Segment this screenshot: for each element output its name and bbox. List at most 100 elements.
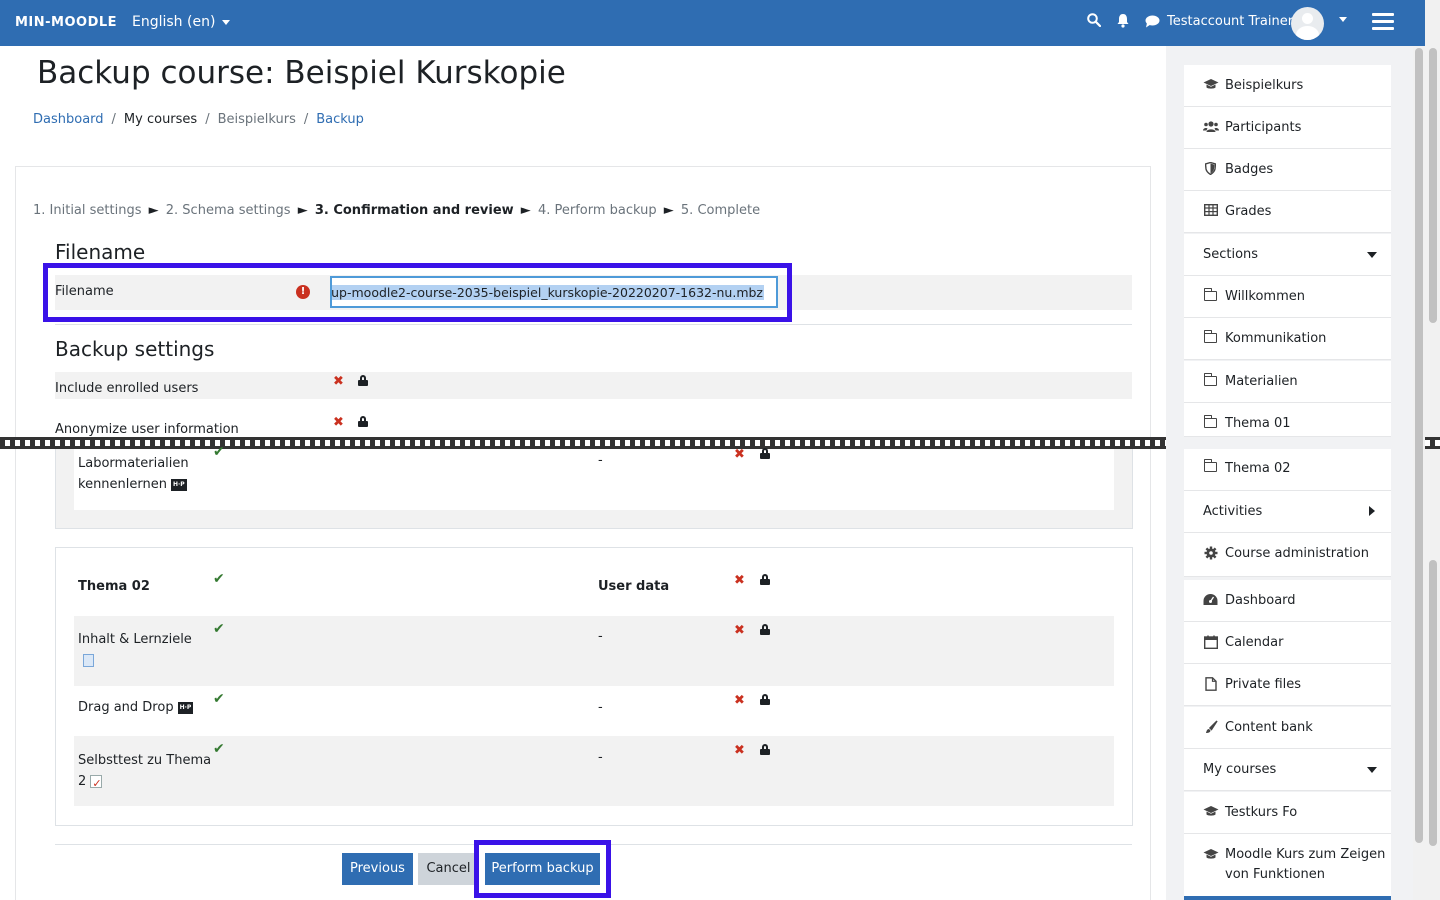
user-name[interactable]: Testaccount Trainer bbox=[1167, 14, 1293, 29]
nav-item-moodle-kurs[interactable]: Moodle Kurs zum Zeigen von Funktionen bbox=[1184, 834, 1391, 900]
dashboard-icon bbox=[1203, 593, 1218, 608]
language-menu[interactable]: English (en) bbox=[132, 14, 231, 30]
page-scrollbar-thumb-lower[interactable] bbox=[1429, 560, 1437, 846]
userdata-value: - bbox=[598, 750, 603, 765]
nav-item-dashboard[interactable]: Dashboard bbox=[1184, 580, 1391, 622]
setting-anonymize-user-info: Anonymize user information bbox=[55, 422, 239, 437]
shield-icon bbox=[1203, 161, 1218, 177]
setting-row-band bbox=[55, 372, 1132, 399]
nav-item-course-administration[interactable]: Course administration bbox=[1184, 533, 1391, 577]
step-schema-settings: 2. Schema settings bbox=[165, 203, 291, 218]
nav-item-label: Private files bbox=[1225, 677, 1302, 692]
cross-icon: ✖ bbox=[734, 743, 745, 758]
nav-item-materialien[interactable]: Materialien bbox=[1184, 361, 1391, 403]
divider bbox=[55, 324, 1132, 325]
nav-item-label-line1: Moodle Kurs zum Zeigen bbox=[1225, 847, 1386, 862]
nav-item-label: My courses bbox=[1203, 762, 1277, 777]
userdata-header: User data bbox=[598, 579, 670, 594]
cross-icon: ✖ bbox=[333, 415, 344, 430]
h5p-icon: H·P bbox=[177, 701, 194, 714]
nav-item-label: Kommunikation bbox=[1225, 331, 1327, 346]
activity-row-band bbox=[74, 736, 1114, 806]
lock-icon bbox=[760, 744, 770, 755]
cross-icon: ✖ bbox=[734, 623, 745, 638]
breadcrumb-dashboard[interactable]: Dashboard bbox=[33, 112, 104, 127]
nav-item-activities[interactable]: Activities bbox=[1184, 491, 1391, 533]
folder-icon bbox=[1203, 373, 1218, 389]
check-icon: ✔ bbox=[213, 621, 225, 637]
filename-heading: Filename bbox=[55, 240, 146, 264]
activity-name-line1: Selbsttest zu Thema bbox=[78, 753, 212, 768]
user-menu-chevron-icon[interactable] bbox=[1339, 17, 1347, 22]
nav-item-label: Thema 02 bbox=[1225, 461, 1291, 476]
nav-item-label: Beispielkurs bbox=[1225, 78, 1304, 93]
breadcrumb: Dashboard / My courses / Beispielkurs / Backup bbox=[33, 112, 364, 127]
nav-item-calendar[interactable]: Calendar bbox=[1184, 622, 1391, 664]
breadcrumb-course[interactable]: Beispielkurs bbox=[218, 112, 296, 127]
check-icon: ✔ bbox=[213, 444, 225, 460]
step-arrow: ► bbox=[663, 203, 674, 218]
step-confirmation-review: 3. Confirmation and review bbox=[314, 203, 514, 218]
caret-right-icon bbox=[1369, 506, 1375, 516]
lock-icon bbox=[760, 624, 770, 635]
folder-icon bbox=[1203, 415, 1218, 431]
check-icon: ✔ bbox=[213, 571, 225, 587]
nav-item-label: Sections bbox=[1203, 247, 1259, 262]
brush-icon bbox=[1203, 720, 1218, 735]
cancel-button[interactable]: Cancel bbox=[418, 853, 479, 885]
activity-name: Inhalt & Lernziele bbox=[78, 632, 192, 647]
nav-item-participants[interactable]: Participants bbox=[1184, 107, 1391, 149]
nav-item-label: Thema 01 bbox=[1225, 416, 1291, 431]
nav-item-thema-01[interactable]: Thema 01 bbox=[1184, 403, 1391, 437]
table-icon bbox=[1203, 203, 1218, 219]
lock-icon bbox=[760, 448, 770, 459]
backup-steps: 1. Initial settings ► 2. Schema settings… bbox=[33, 203, 760, 218]
language-label: English (en) bbox=[132, 14, 216, 30]
nav-item-kommunikation[interactable]: Kommunikation bbox=[1184, 318, 1391, 360]
userdata-value: - bbox=[598, 629, 603, 644]
nav-item-my-courses[interactable]: My courses bbox=[1184, 749, 1391, 791]
activity-name-line2: 2 bbox=[78, 774, 87, 789]
check-icon: ✔ bbox=[213, 741, 225, 757]
bell-icon[interactable] bbox=[1116, 13, 1130, 28]
avatar[interactable] bbox=[1291, 7, 1324, 40]
perform-backup-highlight-box bbox=[474, 840, 611, 898]
drawer-scrollbar-thumb[interactable] bbox=[1415, 48, 1423, 843]
lock-icon bbox=[358, 375, 368, 386]
step-arrow: ► bbox=[520, 203, 531, 218]
nav-item-label: Grades bbox=[1225, 204, 1272, 219]
cross-icon: ✖ bbox=[333, 374, 344, 389]
cross-icon: ✖ bbox=[734, 693, 745, 708]
previous-button[interactable]: Previous bbox=[342, 853, 413, 885]
nav-item-private-files[interactable]: Private files bbox=[1184, 664, 1391, 706]
file-icon bbox=[1203, 677, 1218, 692]
hamburger-menu-icon[interactable] bbox=[1372, 13, 1394, 31]
nav-item-testkurs-fo[interactable]: Testkurs Fo bbox=[1184, 792, 1391, 834]
step-perform-backup: 4. Perform backup bbox=[537, 203, 657, 218]
nav-item-beispielkurs[interactable]: Beispielkurs bbox=[1184, 65, 1391, 107]
nav-item-badges[interactable]: Badges bbox=[1184, 149, 1391, 191]
activity-name-line1: Labormaterialien bbox=[78, 456, 189, 471]
nav-item-label: Testkurs Fo bbox=[1225, 805, 1298, 820]
nav-item-willkommen[interactable]: Willkommen bbox=[1184, 276, 1391, 318]
graduation-cap-icon bbox=[1203, 848, 1219, 863]
nav-item-label: Willkommen bbox=[1225, 289, 1305, 304]
site-brand[interactable]: MIN-MOODLE bbox=[15, 15, 117, 30]
page-scrollbar-thumb[interactable] bbox=[1429, 48, 1437, 323]
backup-settings-heading: Backup settings bbox=[55, 337, 215, 361]
breadcrumb-backup[interactable]: Backup bbox=[316, 112, 364, 127]
nav-item-label: Materialien bbox=[1225, 374, 1298, 389]
nav-item-sections[interactable]: Sections bbox=[1184, 234, 1391, 276]
nav-item-thema-02[interactable]: Thema 02 bbox=[1184, 449, 1391, 491]
setting-include-enrolled-users: Include enrolled users bbox=[55, 381, 199, 396]
folder-icon bbox=[1203, 330, 1218, 346]
gear-icon bbox=[1203, 546, 1218, 561]
search-icon[interactable] bbox=[1087, 13, 1101, 27]
chat-icon[interactable] bbox=[1145, 15, 1160, 28]
nav-item-grades[interactable]: Grades bbox=[1184, 191, 1391, 233]
caret-down-icon bbox=[1367, 252, 1377, 258]
activity-drag-and-drop: Drag and Drop H·P bbox=[78, 700, 194, 715]
nav-item-content-bank[interactable]: Content bank bbox=[1184, 707, 1391, 749]
nav-item-label: Activities bbox=[1203, 504, 1263, 519]
step-arrow: ► bbox=[148, 203, 159, 218]
